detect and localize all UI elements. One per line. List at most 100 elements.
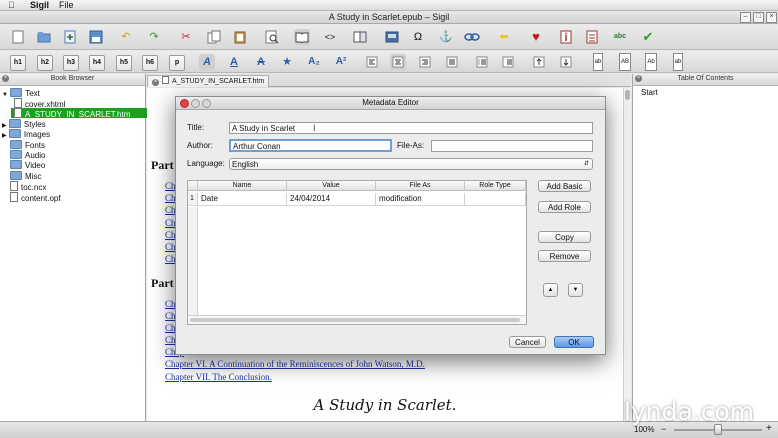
decrease-indent-icon[interactable] (531, 54, 547, 70)
language-select[interactable]: English ⇵ (229, 158, 593, 170)
code-view-icon[interactable]: <> (322, 29, 338, 45)
role-type-column-header[interactable]: Role Type (465, 181, 526, 191)
book-browser-header: × Book Browser (0, 74, 145, 86)
increase-indent-icon[interactable] (558, 54, 574, 70)
heading-6-button[interactable]: h6 (142, 55, 158, 71)
tab-a-study-in-scarlet[interactable]: × A_STUDY_IN_SCARLET.htm (147, 75, 269, 87)
cell-file-as[interactable]: modification (376, 193, 465, 205)
undo-icon[interactable]: ↶ (118, 29, 134, 45)
file-menu[interactable]: File (59, 0, 74, 11)
info-icon[interactable] (558, 29, 574, 45)
add-file-icon[interactable] (62, 29, 78, 45)
superscript-icon[interactable]: A² (333, 54, 349, 70)
case-title-icon[interactable]: Ab (643, 53, 659, 71)
file-as-column-header[interactable]: File As (376, 181, 465, 191)
move-up-button[interactable]: ▲ (543, 283, 558, 297)
paste-icon[interactable] (232, 29, 248, 45)
collapsed-arrow-icon[interactable]: ▶ (2, 133, 7, 139)
align-center-icon[interactable] (390, 54, 406, 70)
name-column-header[interactable]: Name (198, 181, 287, 191)
cancel-button[interactable]: Cancel (509, 336, 546, 348)
anchor-icon[interactable]: ⚓ (438, 29, 454, 45)
back-arrow-icon[interactable]: ⬅ (496, 29, 512, 45)
book-view-icon[interactable] (294, 29, 310, 45)
new-file-icon[interactable] (10, 29, 26, 45)
scrollbar-thumb[interactable] (625, 90, 630, 100)
open-folder-icon[interactable] (36, 29, 52, 45)
underline-icon[interactable]: A (226, 54, 242, 70)
numbered-list-icon[interactable] (500, 54, 516, 70)
italic-icon[interactable]: A (199, 54, 215, 70)
paragraph-button[interactable]: p (169, 55, 185, 71)
close-dialog-icon[interactable] (180, 99, 189, 108)
bullet-list-icon[interactable] (474, 54, 490, 70)
app-menu[interactable]: Sigil (30, 0, 49, 11)
heading-3-button[interactable]: h3 (63, 55, 79, 71)
link-icon[interactable] (464, 29, 480, 45)
title-field[interactable]: A Study in Scarlet (229, 122, 593, 134)
font-star-icon[interactable]: ★ (279, 54, 295, 70)
validate-checkmark-icon[interactable]: ✔ (640, 29, 656, 45)
report-icon[interactable] (584, 29, 600, 45)
hscroll-thumb[interactable] (190, 318, 520, 322)
zoom-dialog-icon[interactable] (202, 99, 211, 108)
heading-5-button[interactable]: h5 (116, 55, 132, 71)
toc-item-start[interactable]: Start (641, 88, 658, 98)
redo-icon[interactable]: ↷ (146, 29, 162, 45)
close-icon[interactable]: × (766, 12, 777, 23)
close-panel-icon[interactable]: × (2, 75, 9, 82)
author-field[interactable]: Arthur Conan (229, 139, 392, 152)
metadata-editor-icon[interactable] (384, 29, 400, 45)
document-scrollbar[interactable] (623, 88, 631, 421)
table-row[interactable]: 1 Date 24/04/2014 modification (188, 193, 526, 206)
close-tab-icon[interactable]: × (152, 79, 159, 86)
special-character-icon[interactable]: Ω (410, 29, 426, 45)
align-left-icon[interactable] (364, 54, 380, 70)
file-as-field[interactable] (431, 140, 593, 152)
align-right-icon[interactable] (417, 54, 433, 70)
heading-2-button[interactable]: h2 (37, 55, 53, 71)
apple-menu-icon[interactable]:  (8, 0, 15, 11)
menu-bar:  Sigil File (0, 0, 778, 11)
maximize-icon[interactable]: □ (753, 12, 764, 23)
heading-4-button[interactable]: h4 (89, 55, 105, 71)
table-hscrollbar[interactable] (188, 315, 526, 324)
subscript-icon[interactable]: A₂ (306, 54, 322, 70)
cell-name[interactable]: Date (198, 193, 287, 205)
move-down-button[interactable]: ▼ (568, 283, 583, 297)
cell-role-type[interactable] (465, 193, 526, 205)
close-panel-icon[interactable]: × (635, 75, 642, 82)
copy-button[interactable]: Copy (538, 231, 591, 243)
case-upper-icon[interactable]: AB (617, 53, 633, 71)
zoom-out-icon[interactable]: − (661, 425, 666, 434)
language-label: Language: (187, 159, 225, 168)
donate-heart-icon[interactable]: ♥ (528, 29, 544, 45)
align-justify-icon[interactable] (444, 54, 460, 70)
split-view-icon[interactable] (352, 29, 368, 45)
case-lower-icon[interactable]: ab (590, 53, 606, 71)
value-column-header[interactable]: Value (287, 181, 376, 191)
copy-icon[interactable] (206, 29, 222, 45)
add-role-button[interactable]: Add Role (538, 201, 591, 213)
tree-file-selected[interactable]: A_STUDY_IN_SCARLET.htm (11, 108, 149, 119)
minimize-icon[interactable]: – (740, 12, 751, 23)
remove-button[interactable]: Remove (538, 250, 591, 262)
chapter-6-link[interactable]: Chapter VI. A Continuation of the Remini… (165, 359, 425, 369)
case-mixed-icon[interactable]: ab (670, 53, 686, 71)
expanded-arrow-icon[interactable]: ▼ (2, 92, 8, 98)
spellcheck-icon[interactable]: abc (612, 29, 628, 45)
add-basic-button[interactable]: Add Basic (538, 180, 591, 192)
heading-1-button[interactable]: h1 (10, 55, 26, 71)
tree-file-opf[interactable]: content.opf (10, 192, 61, 204)
find-replace-icon[interactable] (264, 29, 280, 45)
ok-button[interactable]: OK (554, 336, 594, 348)
cell-value[interactable]: 24/04/2014 (287, 193, 376, 205)
tree-folder-video[interactable]: Video (10, 160, 45, 171)
zoom-in-icon[interactable]: + (766, 424, 772, 434)
strikethrough-icon[interactable]: A (253, 54, 269, 70)
book-title-heading: A Study in Scarlet. (313, 396, 457, 414)
chapter-7-link[interactable]: Chapter VII. The Conclusion. (165, 372, 272, 382)
save-icon[interactable] (88, 29, 104, 45)
minimize-dialog-icon[interactable] (191, 99, 200, 108)
cut-icon[interactable]: ✂ (178, 29, 194, 45)
